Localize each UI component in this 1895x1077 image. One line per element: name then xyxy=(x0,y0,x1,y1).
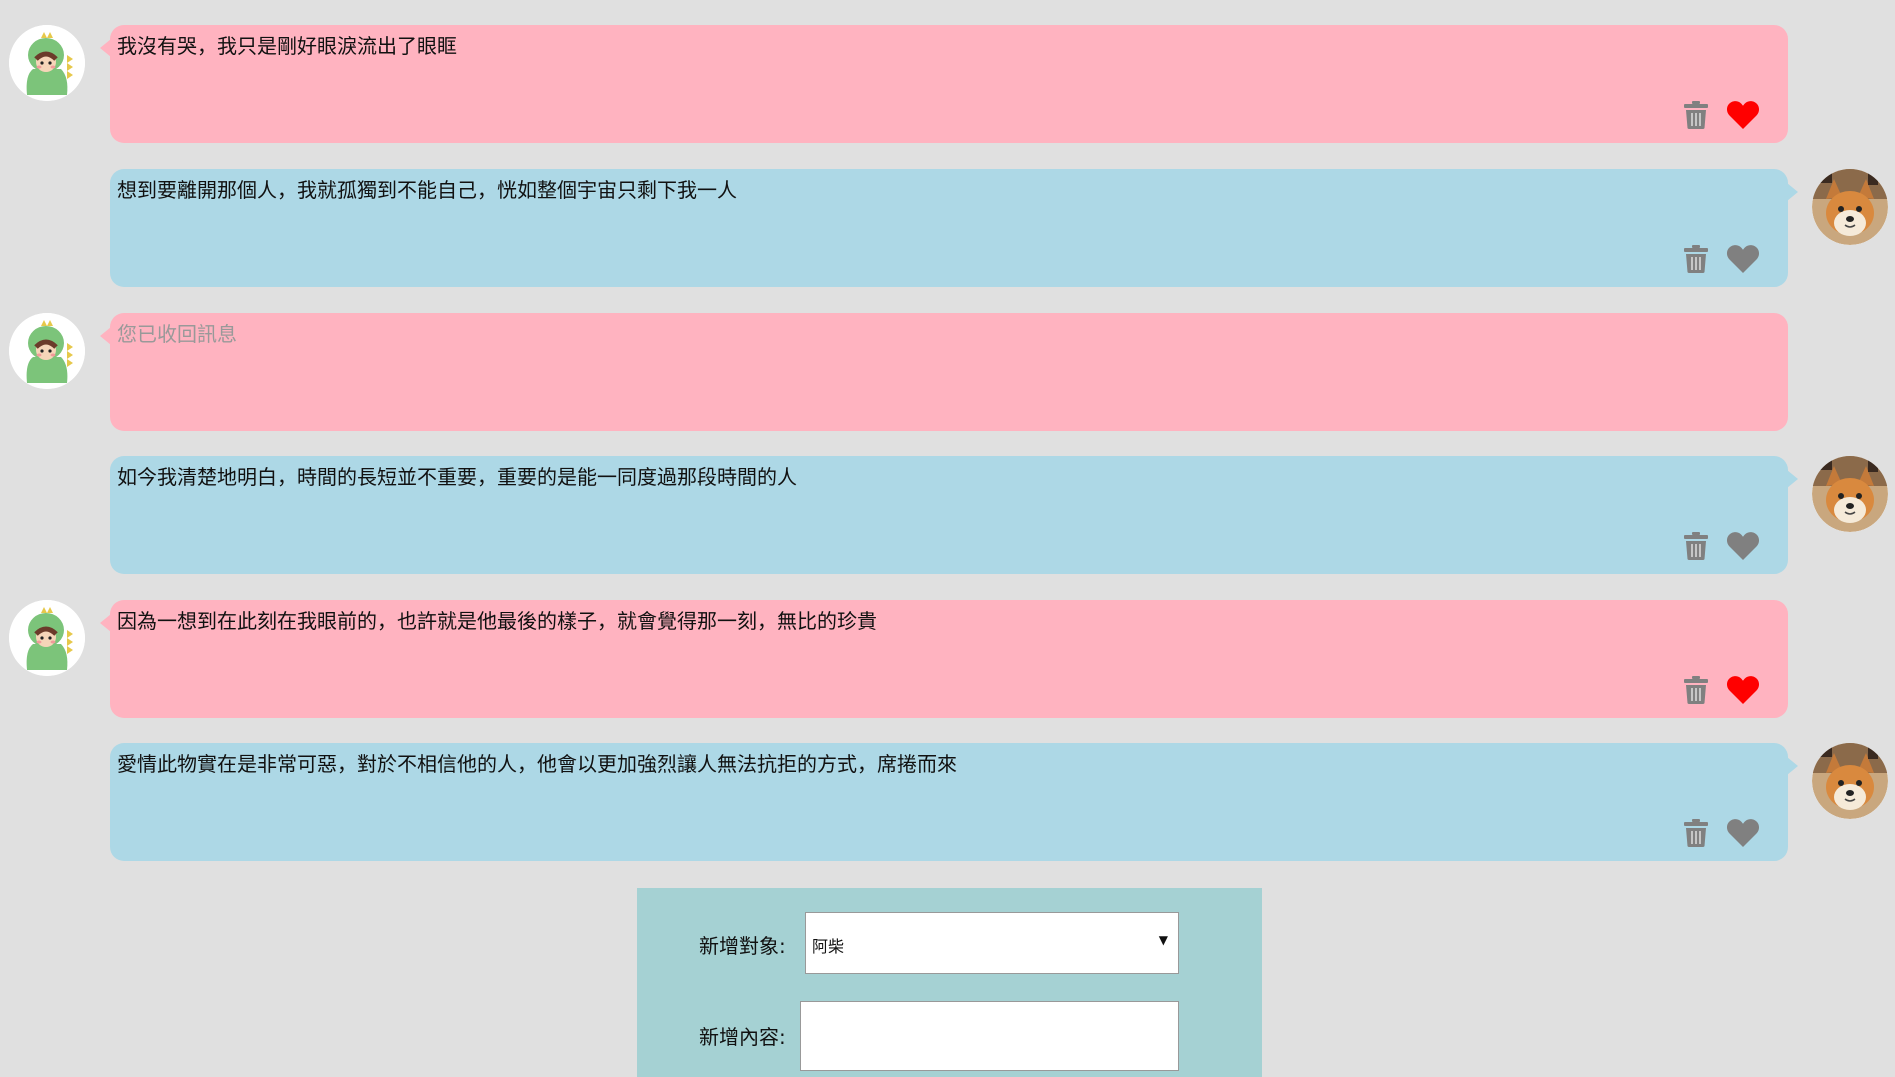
message-text: 想到要離開那個人，我就孤獨到不能自己，恍如整個宇宙只剩下我一人 xyxy=(117,178,737,202)
message-actions xyxy=(1684,243,1760,279)
message-actions xyxy=(1684,530,1760,566)
target-label: 新增對象: xyxy=(699,934,786,958)
dinosaur-girl-avatar xyxy=(9,600,85,676)
recalled-message-text: 您已收回訊息 xyxy=(117,322,237,346)
shiba-dog-avatar xyxy=(1812,743,1888,819)
target-select-value: 阿柴 xyxy=(812,937,845,956)
content-input[interactable] xyxy=(800,1001,1179,1071)
trash-icon[interactable] xyxy=(1684,101,1708,133)
dinosaur-girl-avatar xyxy=(9,313,85,389)
heart-icon[interactable] xyxy=(1726,818,1760,852)
heart-icon[interactable] xyxy=(1726,244,1760,278)
dinosaur-girl-avatar xyxy=(9,25,85,101)
message-bubble-3: 如今我清楚地明白，時間的長短並不重要，重要的是能一同度過那段時間的人 xyxy=(110,456,1798,574)
heart-icon[interactable] xyxy=(1726,531,1760,565)
message-text: 如今我清楚地明白，時間的長短並不重要，重要的是能一同度過那段時間的人 xyxy=(117,465,797,489)
message-actions xyxy=(1684,674,1760,710)
heart-icon[interactable] xyxy=(1726,675,1760,709)
content-label: 新增內容: xyxy=(699,1025,786,1049)
trash-icon[interactable] xyxy=(1684,819,1708,851)
message-bubble-5: 愛情此物實在是非常可惡，對於不相信他的人，他會以更加強烈讓人無法抗拒的方式，席捲… xyxy=(110,743,1798,861)
new-message-form: 新增對象: 阿柴 ▼ 新增內容: xyxy=(637,888,1262,1077)
message-actions xyxy=(1684,99,1760,135)
message-bubble-1: 想到要離開那個人，我就孤獨到不能自己，恍如整個宇宙只剩下我一人 xyxy=(110,169,1798,287)
trash-icon[interactable] xyxy=(1684,676,1708,708)
message-bubble-2: 您已收回訊息 xyxy=(100,313,1788,431)
trash-icon[interactable] xyxy=(1684,532,1708,564)
message-text: 因為一想到在此刻在我眼前的，也許就是他最後的樣子，就會覺得那一刻，無比的珍貴 xyxy=(117,609,877,633)
dropdown-arrow-icon: ▼ xyxy=(1158,933,1168,947)
message-text: 愛情此物實在是非常可惡，對於不相信他的人，他會以更加強烈讓人無法抗拒的方式，席捲… xyxy=(117,752,957,776)
heart-icon[interactable] xyxy=(1726,100,1760,134)
message-bubble-0: 我沒有哭，我只是剛好眼淚流出了眼眶 xyxy=(100,25,1788,143)
message-bubble-4: 因為一想到在此刻在我眼前的，也許就是他最後的樣子，就會覺得那一刻，無比的珍貴 xyxy=(100,600,1788,718)
target-select[interactable]: 阿柴 ▼ xyxy=(805,912,1179,974)
message-actions xyxy=(1684,817,1760,853)
shiba-dog-avatar xyxy=(1812,169,1888,245)
chat-container: 我沒有哭，我只是剛好眼淚流出了眼眶 想到要離開那個人，我就孤獨到不能自己，恍如整… xyxy=(0,0,1895,1077)
shiba-dog-avatar xyxy=(1812,456,1888,532)
message-text: 我沒有哭，我只是剛好眼淚流出了眼眶 xyxy=(117,34,457,58)
trash-icon[interactable] xyxy=(1684,245,1708,277)
